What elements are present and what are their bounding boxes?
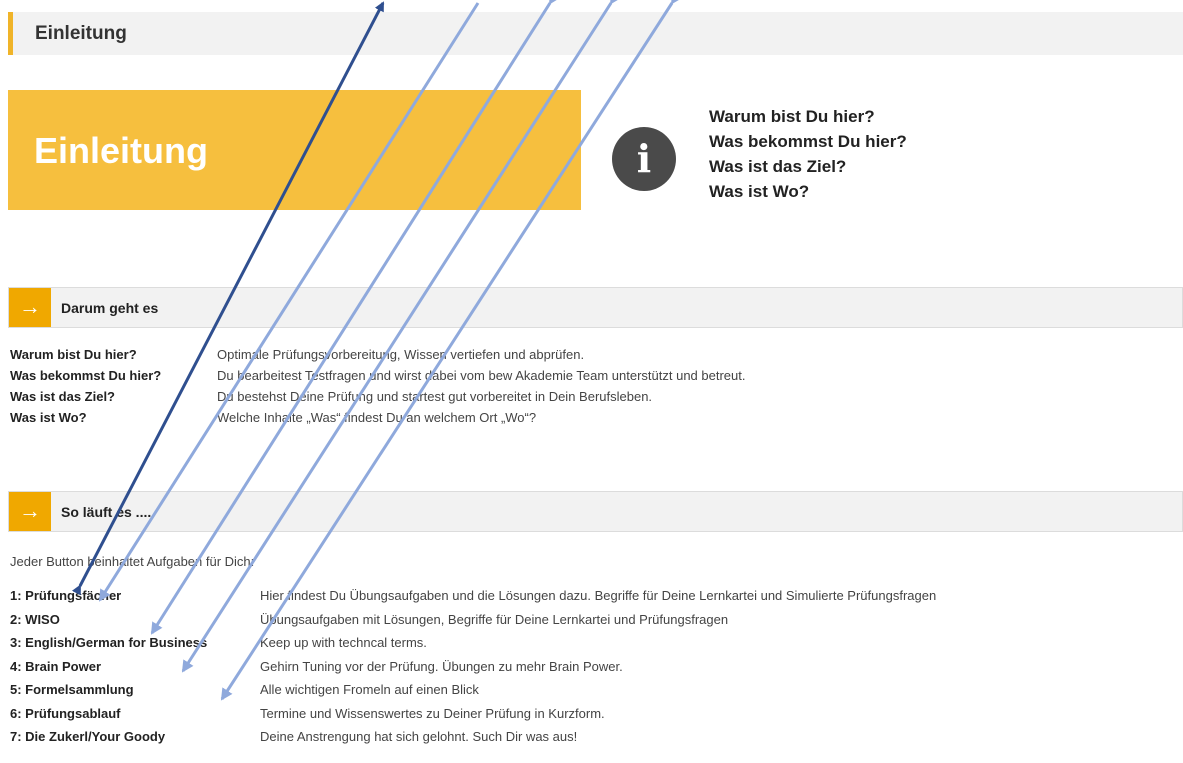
annotation-arrows [71,0,683,701]
annotation-arrow [220,0,683,701]
annotation-arrow-dark [71,1,385,596]
annotation-arrow [181,0,622,673]
annotation-arrow [150,0,561,635]
